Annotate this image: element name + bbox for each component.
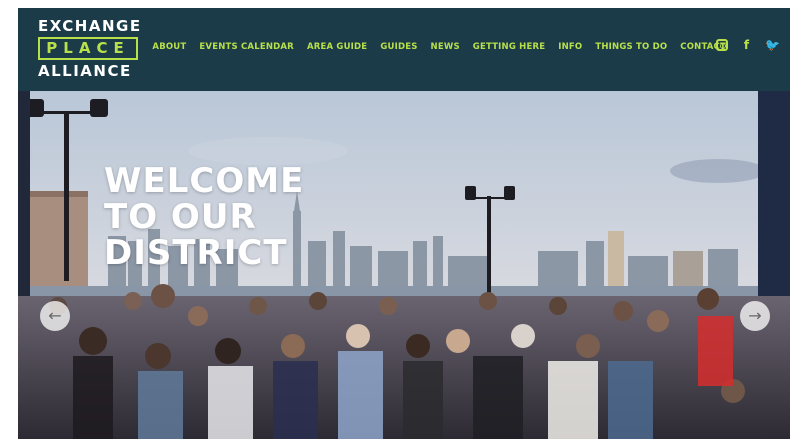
nav-guides[interactable]: GUIDES — [380, 42, 417, 52]
nav-area-guide[interactable]: AREA GUIDE — [307, 42, 367, 52]
nav-events-calendar[interactable]: EVENTS CALENDAR — [199, 42, 294, 52]
logo-line-place: PLACE — [38, 37, 138, 60]
twitter-icon[interactable]: 🐦 — [765, 38, 780, 52]
site-header: EXCHANGE PLACE ALLIANCE ABOUT EVENTS CAL… — [18, 8, 790, 91]
page: EXCHANGE PLACE ALLIANCE ABOUT EVENTS CAL… — [18, 8, 790, 439]
logo-line-exchange: EXCHANGE — [38, 17, 142, 35]
hero-title: WELCOME TO OUR DISTRICT — [104, 163, 304, 271]
hero-title-line-3: DISTRICT — [104, 233, 288, 273]
arrow-left-icon: ← — [48, 306, 62, 325]
cloud — [670, 159, 766, 183]
nav-getting-here[interactable]: GETTING HERE — [473, 42, 545, 52]
hero-title-line-1: WELCOME — [104, 161, 305, 201]
nav-news[interactable]: NEWS — [431, 42, 460, 52]
nav-info[interactable]: INFO — [558, 42, 582, 52]
nav-things-to-do[interactable]: THINGS TO DO — [595, 42, 667, 52]
nav-about[interactable]: ABOUT — [152, 42, 186, 52]
left-building — [28, 191, 88, 291]
logo-line-alliance: ALLIANCE — [38, 62, 132, 80]
social-links: f 🐦 — [715, 38, 780, 52]
facebook-icon[interactable]: f — [744, 38, 749, 52]
carousel-prev-button[interactable]: ← — [40, 301, 70, 331]
hero-title-line-2: TO OUR — [104, 197, 257, 237]
main-nav: ABOUT EVENTS CALENDAR AREA GUIDE GUIDES … — [152, 42, 726, 52]
instagram-icon[interactable] — [715, 39, 728, 51]
carousel-next-button[interactable]: → — [740, 301, 770, 331]
arrow-right-icon: → — [748, 306, 762, 325]
site-logo[interactable]: EXCHANGE PLACE ALLIANCE — [38, 17, 142, 80]
hero-banner: WELCOME TO OUR DISTRICT ← → — [18, 91, 790, 439]
